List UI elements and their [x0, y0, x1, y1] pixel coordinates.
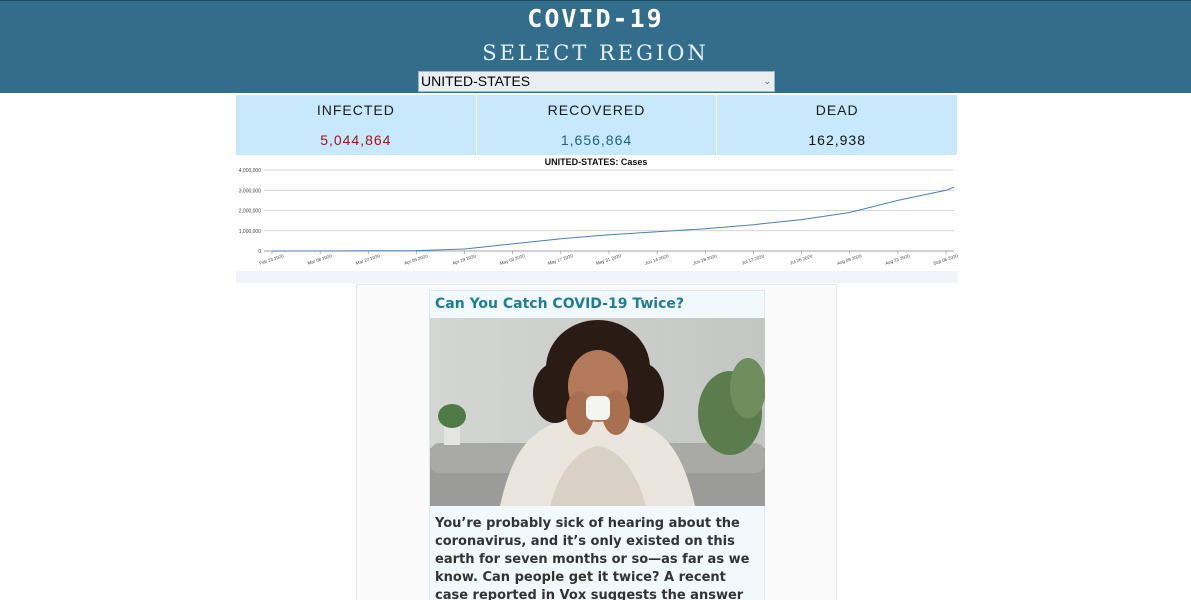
- page-title: COVID-19: [527, 4, 664, 33]
- article-title[interactable]: Can You Catch COVID-19 Twice?: [435, 296, 684, 312]
- region-select-value: UNITED-STATES: [421, 73, 531, 89]
- header-bar: COVID-19 SELECT REGION UNITED-STATES ⌄: [0, 0, 1191, 93]
- stat-dead-label: DEAD: [815, 102, 859, 118]
- chart-title: UNITED-STATES: Cases: [545, 157, 648, 167]
- stat-recovered: RECOVERED 1,656,864: [476, 95, 717, 155]
- region-select[interactable]: UNITED-STATES ⌄: [418, 71, 775, 92]
- woman-sneezing-photo: [430, 318, 765, 506]
- article-image[interactable]: [430, 318, 765, 506]
- cases-chart: UNITED-STATES: Cases 0 1,000,000 2,000,000…: [236, 155, 958, 283]
- stat-dead: DEAD 162,938: [717, 95, 958, 155]
- cases-chart-svg: UNITED-STATES: Cases 0 1,000,000 2,000,000…: [236, 155, 958, 271]
- chevron-down-icon: ⌄: [763, 76, 771, 86]
- chart-ytick-label: 3,000,000: [239, 188, 261, 194]
- select-region-label: SELECT REGION: [482, 41, 709, 65]
- stat-infected-value: 5,044,864: [320, 132, 392, 148]
- article-card[interactable]: Can You Catch COVID-19 Twice? You’re pro…: [429, 290, 765, 600]
- chart-ytick-label: 2,000,000: [239, 209, 261, 215]
- stat-infected: INFECTED 5,044,864: [236, 95, 476, 155]
- stat-recovered-value: 1,656,864: [560, 132, 633, 148]
- stat-dead-value: 162,938: [808, 132, 866, 148]
- chart-ytick-label: 1,000,000: [239, 229, 261, 235]
- stat-recovered-label: RECOVERED: [547, 102, 646, 118]
- chart-ytick-label: 4,000,000: [239, 168, 261, 174]
- stats-panel: INFECTED 5,044,864 RECOVERED 1,656,864 D…: [236, 95, 958, 155]
- article-text: You’re probably sick of hearing about th…: [435, 516, 750, 600]
- chart-ytick-label: 0: [258, 249, 261, 255]
- stat-infected-label: INFECTED: [316, 102, 395, 118]
